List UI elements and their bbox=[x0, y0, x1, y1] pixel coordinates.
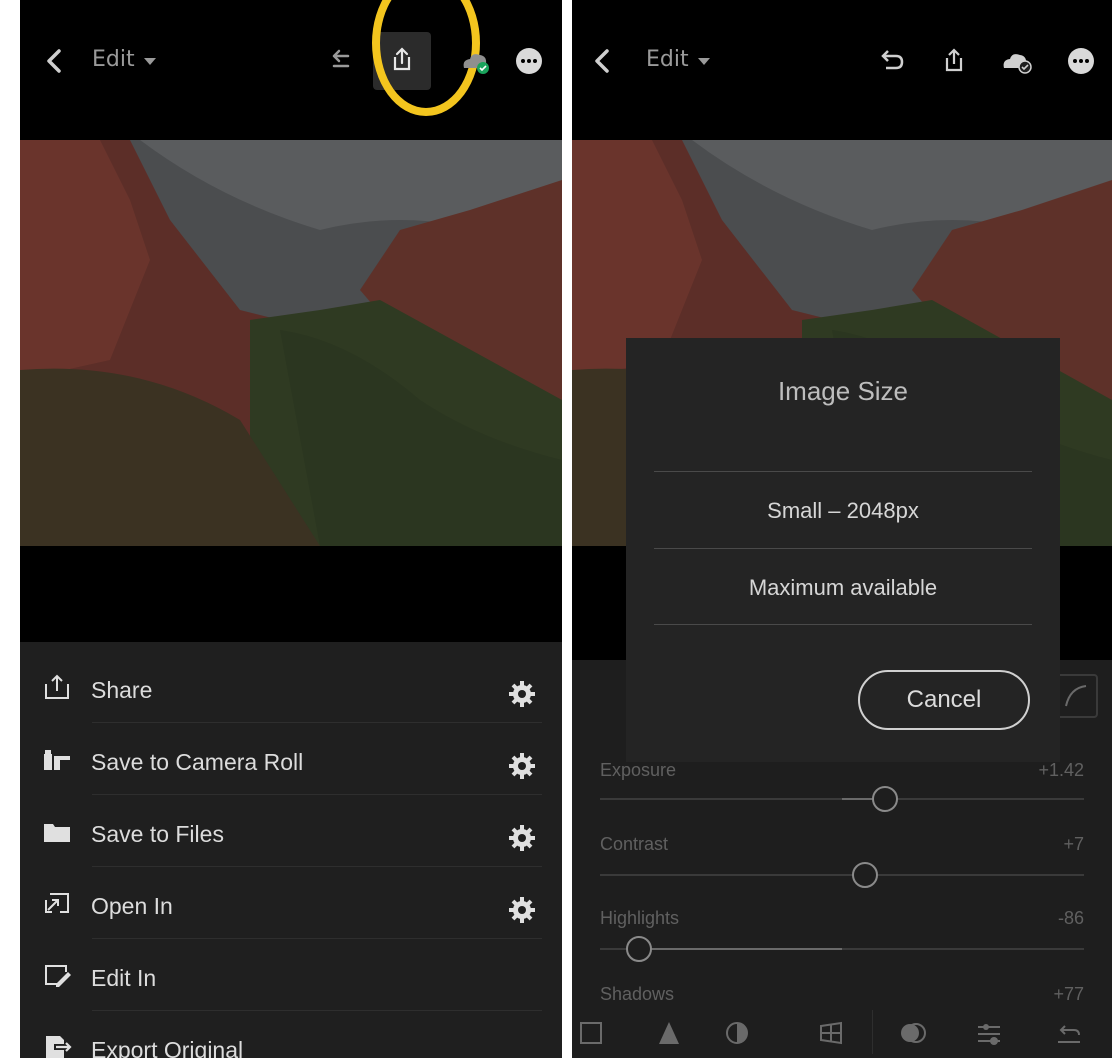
image-size-dialog: Image Size Small – 2048px Maximum availa… bbox=[626, 338, 1060, 762]
dialog-divider bbox=[654, 624, 1032, 625]
tone-curve-button[interactable] bbox=[1054, 674, 1098, 718]
image-size-screen: Edit Exposure +1.42 Contrast +7 Highligh… bbox=[572, 0, 1112, 1058]
open-in-icon bbox=[45, 893, 69, 913]
share-sheet: Share Save to Camera Roll Save to Files … bbox=[20, 642, 562, 1058]
dialog-title: Image Size bbox=[777, 376, 909, 406]
exposure-label: Exposure bbox=[600, 760, 677, 780]
highlights-slider-knob[interactable] bbox=[626, 936, 652, 962]
back-chevron-icon[interactable] bbox=[40, 46, 70, 76]
edit-in-icon bbox=[45, 965, 71, 987]
menu-item-export-original[interactable]: Export Original bbox=[20, 1010, 562, 1058]
menu-item-open-in[interactable]: Open In bbox=[20, 866, 562, 938]
dialog-divider bbox=[654, 548, 1032, 549]
toolbar-divider bbox=[872, 1010, 873, 1054]
menu-item-save-files[interactable]: Save to Files bbox=[20, 794, 562, 866]
shadows-label: Shadows bbox=[600, 984, 675, 1004]
tone-curve-icon bbox=[1065, 685, 1087, 707]
menu-item-label: Export Original bbox=[91, 1037, 244, 1058]
menu-item-label: Edit In bbox=[91, 965, 157, 991]
color-icon[interactable] bbox=[722, 1018, 752, 1048]
export-icon bbox=[46, 1036, 72, 1058]
gear-icon[interactable] bbox=[508, 824, 536, 852]
menu-item-label: Save to Camera Roll bbox=[91, 749, 304, 775]
contrast-label: Contrast bbox=[600, 834, 669, 854]
menu-item-label: Save to Files bbox=[91, 821, 224, 847]
contrast-value: +7 bbox=[1063, 834, 1084, 854]
share-icon bbox=[45, 674, 69, 699]
back-chevron-icon[interactable] bbox=[588, 46, 618, 76]
more-icon[interactable] bbox=[1064, 44, 1098, 78]
undo-icon[interactable] bbox=[322, 44, 356, 78]
exposure-value: +1.42 bbox=[1038, 760, 1084, 780]
top-bar: Edit bbox=[20, 0, 562, 140]
geometry-icon[interactable] bbox=[816, 1018, 846, 1048]
dialog-divider bbox=[654, 471, 1032, 472]
presets-icon[interactable] bbox=[898, 1018, 928, 1048]
top-bar: Edit bbox=[572, 0, 1112, 140]
more-icon[interactable] bbox=[512, 44, 546, 78]
shadows-value: +77 bbox=[1053, 984, 1084, 1004]
menu-item-label: Share bbox=[91, 677, 153, 703]
menu-item-share[interactable]: Share bbox=[20, 650, 562, 722]
gear-icon[interactable] bbox=[508, 896, 536, 924]
edit-dropdown-caret-icon[interactable] bbox=[698, 58, 710, 65]
gear-icon[interactable] bbox=[508, 752, 536, 780]
edit-toolbar bbox=[572, 1004, 1112, 1058]
edit-dropdown-caret-icon[interactable] bbox=[144, 58, 156, 65]
edit-mode-label[interactable]: Edit bbox=[92, 47, 135, 72]
adjust-icon[interactable] bbox=[974, 1018, 1004, 1048]
light-icon[interactable] bbox=[654, 1018, 684, 1048]
contrast-slider-track[interactable] bbox=[600, 874, 1084, 876]
highlights-slider-fill bbox=[640, 948, 842, 950]
highlights-value: -86 bbox=[1057, 908, 1084, 928]
cloud-synced-icon[interactable] bbox=[1000, 44, 1034, 78]
menu-item-save-camera-roll[interactable]: Save to Camera Roll bbox=[20, 722, 562, 794]
photo-canyon bbox=[20, 140, 562, 546]
exposure-slider-knob[interactable] bbox=[872, 786, 898, 812]
cancel-button[interactable]: Cancel bbox=[858, 670, 1030, 730]
menu-item-edit-in[interactable]: Edit In bbox=[20, 938, 562, 1010]
reset-icon[interactable] bbox=[1054, 1018, 1084, 1048]
contrast-slider-knob[interactable] bbox=[852, 862, 878, 888]
export-menu-screen: Edit Share Save to Camera Roll Save to F… bbox=[20, 0, 562, 1058]
exposure-slider-fill bbox=[842, 798, 872, 800]
gear-icon[interactable] bbox=[508, 680, 536, 708]
highlights-label: Highlights bbox=[600, 908, 680, 928]
edit-mode-label[interactable]: Edit bbox=[646, 47, 689, 72]
folder-icon bbox=[44, 824, 70, 842]
option-maximum-available[interactable]: Maximum available bbox=[626, 575, 1060, 601]
camera-roll-icon bbox=[44, 750, 70, 770]
crop-icon[interactable] bbox=[576, 1018, 606, 1048]
option-small-2048[interactable]: Small – 2048px bbox=[626, 498, 1060, 524]
undo-icon[interactable] bbox=[874, 44, 908, 78]
cloud-sync-icon[interactable] bbox=[458, 44, 492, 78]
menu-item-label: Open In bbox=[91, 893, 173, 919]
share-icon[interactable] bbox=[937, 44, 971, 78]
